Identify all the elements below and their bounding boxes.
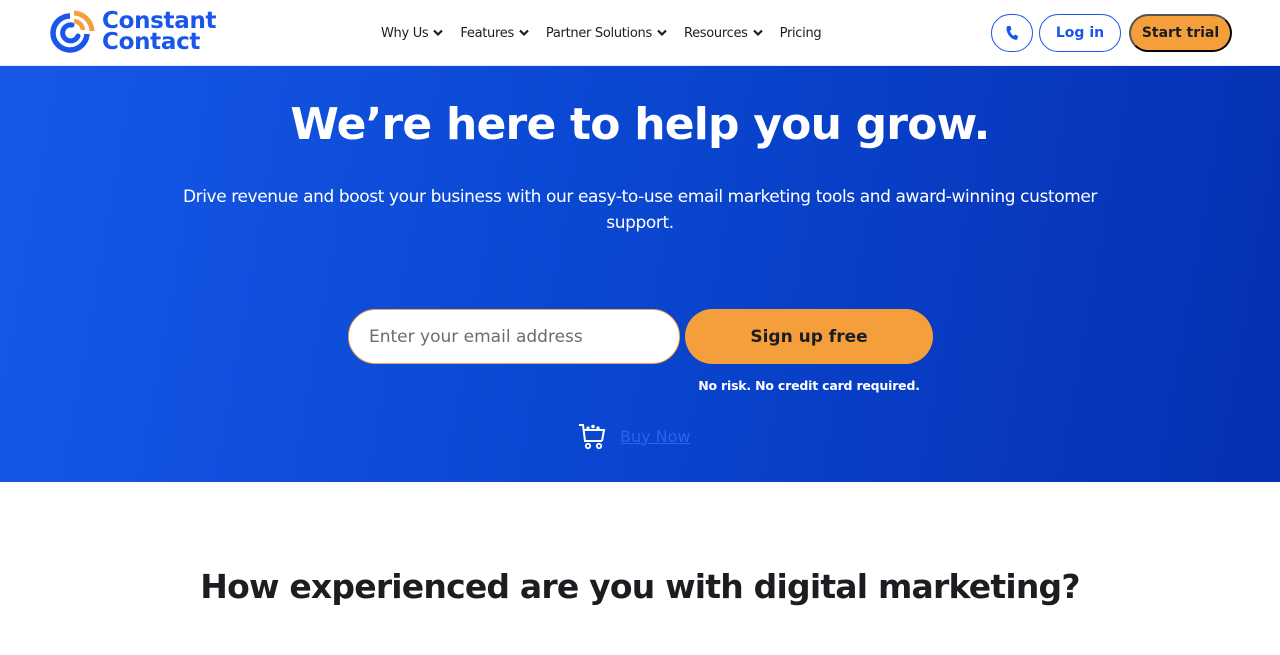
experience-question-title: How experienced are you with digital mar… <box>200 567 1080 606</box>
constant-contact-logo[interactable]: Constant Contact <box>48 10 217 55</box>
nav-item-label: Resources <box>683 25 748 41</box>
chevron-down-icon <box>657 29 667 37</box>
main-nav: Why Us Features Partner Solutions Resour… <box>381 24 838 42</box>
nav-item-partner-solutions[interactable]: Partner Solutions <box>546 24 667 42</box>
nav-item-resources[interactable]: Resources <box>684 24 763 42</box>
chevron-down-icon <box>519 29 529 37</box>
no-risk-note: No risk. No credit card required. <box>698 378 920 393</box>
chevron-down-icon <box>752 29 763 37</box>
header-actions: Log in Start trial <box>991 14 1232 52</box>
start-trial-button[interactable]: Start trial <box>1129 14 1232 52</box>
logo-wordmark: Constant Contact <box>102 10 217 55</box>
logo-mark-icon <box>50 10 95 53</box>
nav-item-features[interactable]: Features <box>460 24 529 42</box>
nav-item-label: Why Us <box>381 25 429 41</box>
site-header: Constant Contact Why Us Features Partner… <box>0 0 1280 66</box>
email-input[interactable] <box>348 309 680 364</box>
buy-now-link[interactable]: Buy Now <box>578 422 691 450</box>
nav-item-label: Partner Solutions <box>545 25 652 41</box>
phone-button[interactable] <box>991 14 1033 52</box>
phone-icon <box>1006 26 1018 40</box>
nav-item-label: Features <box>460 25 514 41</box>
chevron-down-icon <box>433 29 444 37</box>
nav-item-pricing[interactable]: Pricing <box>780 24 822 42</box>
buy-now-label: Buy Now <box>620 426 691 446</box>
hero-subtitle: Drive revenue and boost your business wi… <box>182 187 1098 233</box>
nav-item-label: Pricing <box>779 25 822 41</box>
log-in-button[interactable]: Log in <box>1039 14 1121 52</box>
sign-up-free-button[interactable]: Sign up free <box>685 309 933 364</box>
shopping-cart-icon <box>579 424 606 450</box>
hero-title: We’re here to help you grow. <box>290 99 990 150</box>
logo-line-2: Contact <box>102 29 201 55</box>
nav-item-why-us[interactable]: Why Us <box>381 24 444 42</box>
hero-section: We’re here to help you grow. Drive reven… <box>0 66 1280 482</box>
